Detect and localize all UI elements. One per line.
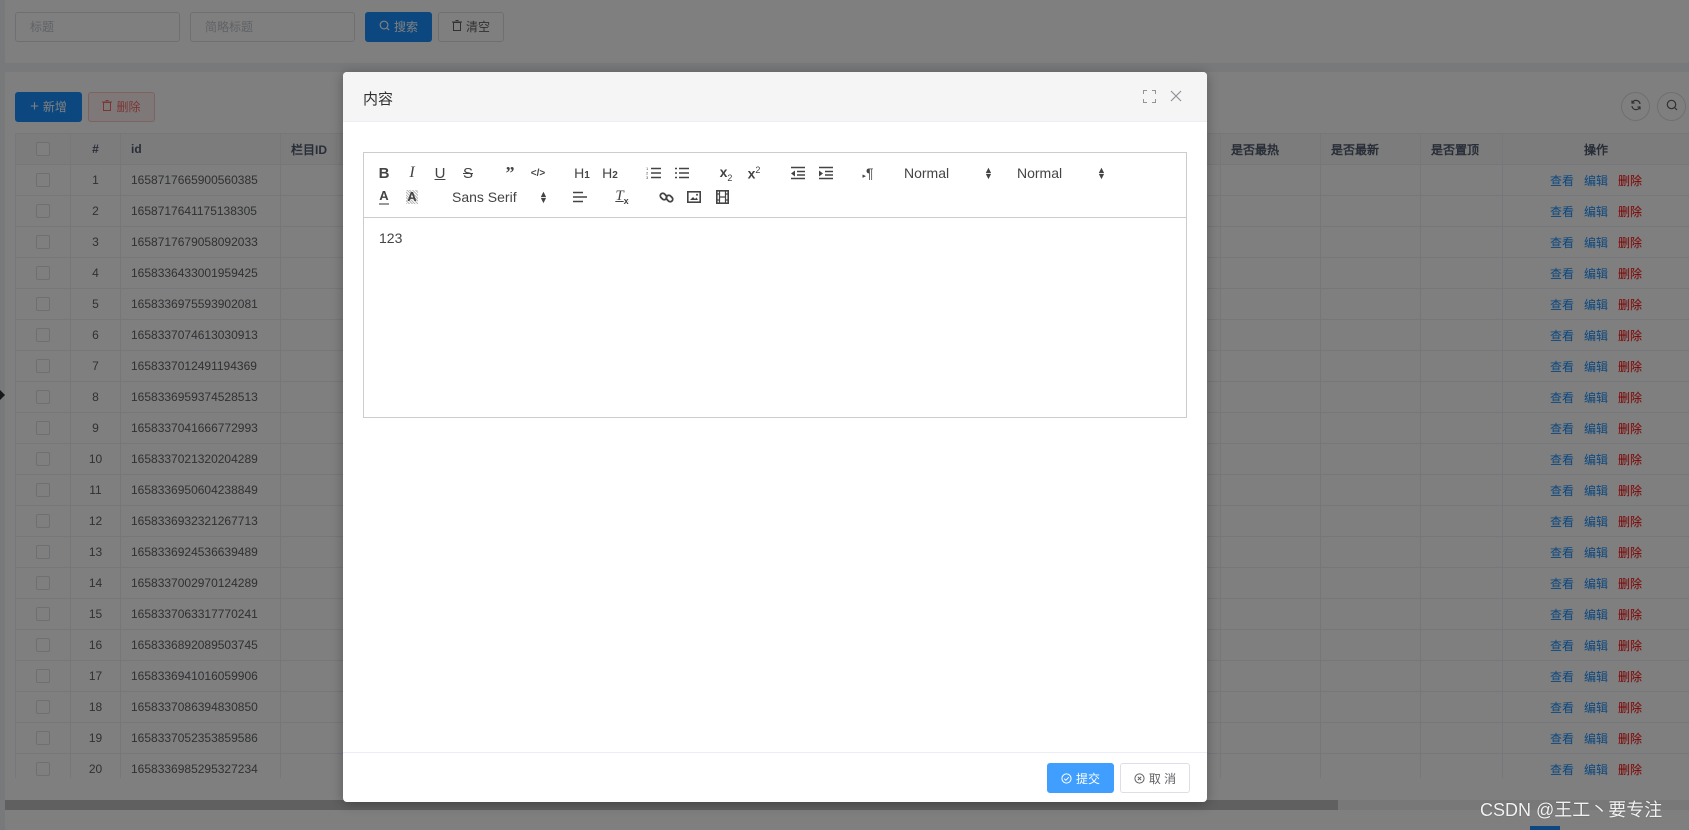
image-button[interactable] — [682, 186, 706, 208]
link-button[interactable] — [654, 186, 678, 208]
align-select[interactable] — [568, 186, 592, 208]
underline-icon: U — [434, 164, 446, 182]
font-family-value: Sans Serif — [452, 189, 517, 205]
outdent-icon — [791, 166, 805, 180]
italic-button[interactable]: I — [400, 162, 424, 184]
superscript-icon: x2 — [747, 164, 761, 182]
check-circle-icon — [1061, 772, 1072, 784]
font-family-select[interactable]: Sans Serif ▲ ▼ — [452, 186, 552, 208]
clear-format-icon: Tx — [615, 188, 629, 206]
dialog-header: 内容 — [343, 72, 1207, 122]
submit-button[interactable]: 提交 — [1047, 763, 1114, 793]
dialog-footer: 提交 取 消 — [343, 752, 1207, 802]
editor-content[interactable]: 123 — [364, 218, 1186, 418]
heading1-icon: H1 — [574, 165, 590, 181]
svg-text:3: 3 — [646, 175, 649, 180]
subscript-button[interactable]: x2 — [714, 162, 738, 184]
blockquote-button[interactable]: ” — [498, 162, 522, 184]
bold-icon: B — [378, 164, 390, 182]
image-icon — [687, 191, 701, 203]
strikethrough-icon: S — [462, 164, 473, 182]
video-icon — [715, 190, 729, 204]
background-color-icon: A — [406, 189, 418, 204]
cancel-button-label: 取 消 — [1148, 771, 1177, 786]
select-arrows-icon: ▲ ▼ — [539, 189, 548, 205]
background-color-button[interactable]: A — [400, 186, 424, 208]
indent-icon — [819, 166, 833, 180]
dialog-title: 内容 — [363, 91, 394, 108]
align-left-icon — [573, 191, 587, 203]
bullet-list-icon — [675, 167, 689, 179]
quote-icon: ” — [505, 162, 515, 183]
rich-text-editor: B I U S ” </> H1 H2 123 x2 x2 ▸¶ Normal … — [363, 152, 1187, 418]
text-color-button[interactable]: A — [372, 186, 396, 208]
underline-button[interactable]: U — [428, 162, 452, 184]
text-direction-button[interactable]: ▸¶ — [856, 162, 880, 184]
watermark: CSDN @王工丶要专注 — [1480, 800, 1663, 820]
fullscreen-icon — [1142, 89, 1156, 103]
content-dialog: 内容 B I U S ” </> H1 H2 123 x2 x2 ▸¶ Norm… — [343, 72, 1207, 802]
code-block-button[interactable]: </> — [526, 162, 550, 184]
close-icon — [1170, 90, 1182, 102]
video-button[interactable] — [710, 186, 734, 208]
ordered-list-icon: 123 — [646, 166, 661, 180]
superscript-button[interactable]: x2 — [742, 162, 766, 184]
editor-toolbar: B I U S ” </> H1 H2 123 x2 x2 ▸¶ Normal … — [364, 153, 1186, 218]
fullscreen-button[interactable] — [1140, 87, 1158, 105]
clean-format-button[interactable]: Tx — [610, 186, 634, 208]
code-icon: </> — [530, 167, 546, 179]
font-size-select[interactable]: Normal ▲ ▼ — [1017, 162, 1107, 184]
subscript-icon: x2 — [719, 163, 733, 183]
link-icon — [658, 191, 674, 203]
close-circle-icon — [1134, 772, 1145, 784]
select-arrows-icon: ▲ ▼ — [1097, 165, 1106, 181]
bullet-list-button[interactable] — [670, 162, 694, 184]
font-color-icon: A — [379, 188, 389, 205]
select-arrows-icon: ▲ ▼ — [984, 165, 993, 181]
outdent-button[interactable] — [786, 162, 810, 184]
indent-button[interactable] — [814, 162, 838, 184]
close-button[interactable] — [1167, 87, 1185, 105]
ordered-list-button[interactable]: 123 — [642, 162, 666, 184]
italic-icon: I — [409, 164, 415, 181]
header-size-value: Normal — [904, 165, 950, 181]
submit-button-label: 提交 — [1075, 771, 1100, 786]
bold-button[interactable]: B — [372, 162, 396, 184]
cancel-button[interactable]: 取 消 — [1120, 763, 1190, 793]
header-size-select[interactable]: Normal ▲ ▼ — [904, 162, 994, 184]
font-size-value: Normal — [1017, 165, 1063, 181]
rtl-direction-icon: ▸¶ — [862, 165, 874, 181]
strike-button[interactable]: S — [456, 162, 480, 184]
heading2-icon: H2 — [602, 165, 618, 181]
header2-button[interactable]: H2 — [598, 162, 622, 184]
header1-button[interactable]: H1 — [570, 162, 594, 184]
